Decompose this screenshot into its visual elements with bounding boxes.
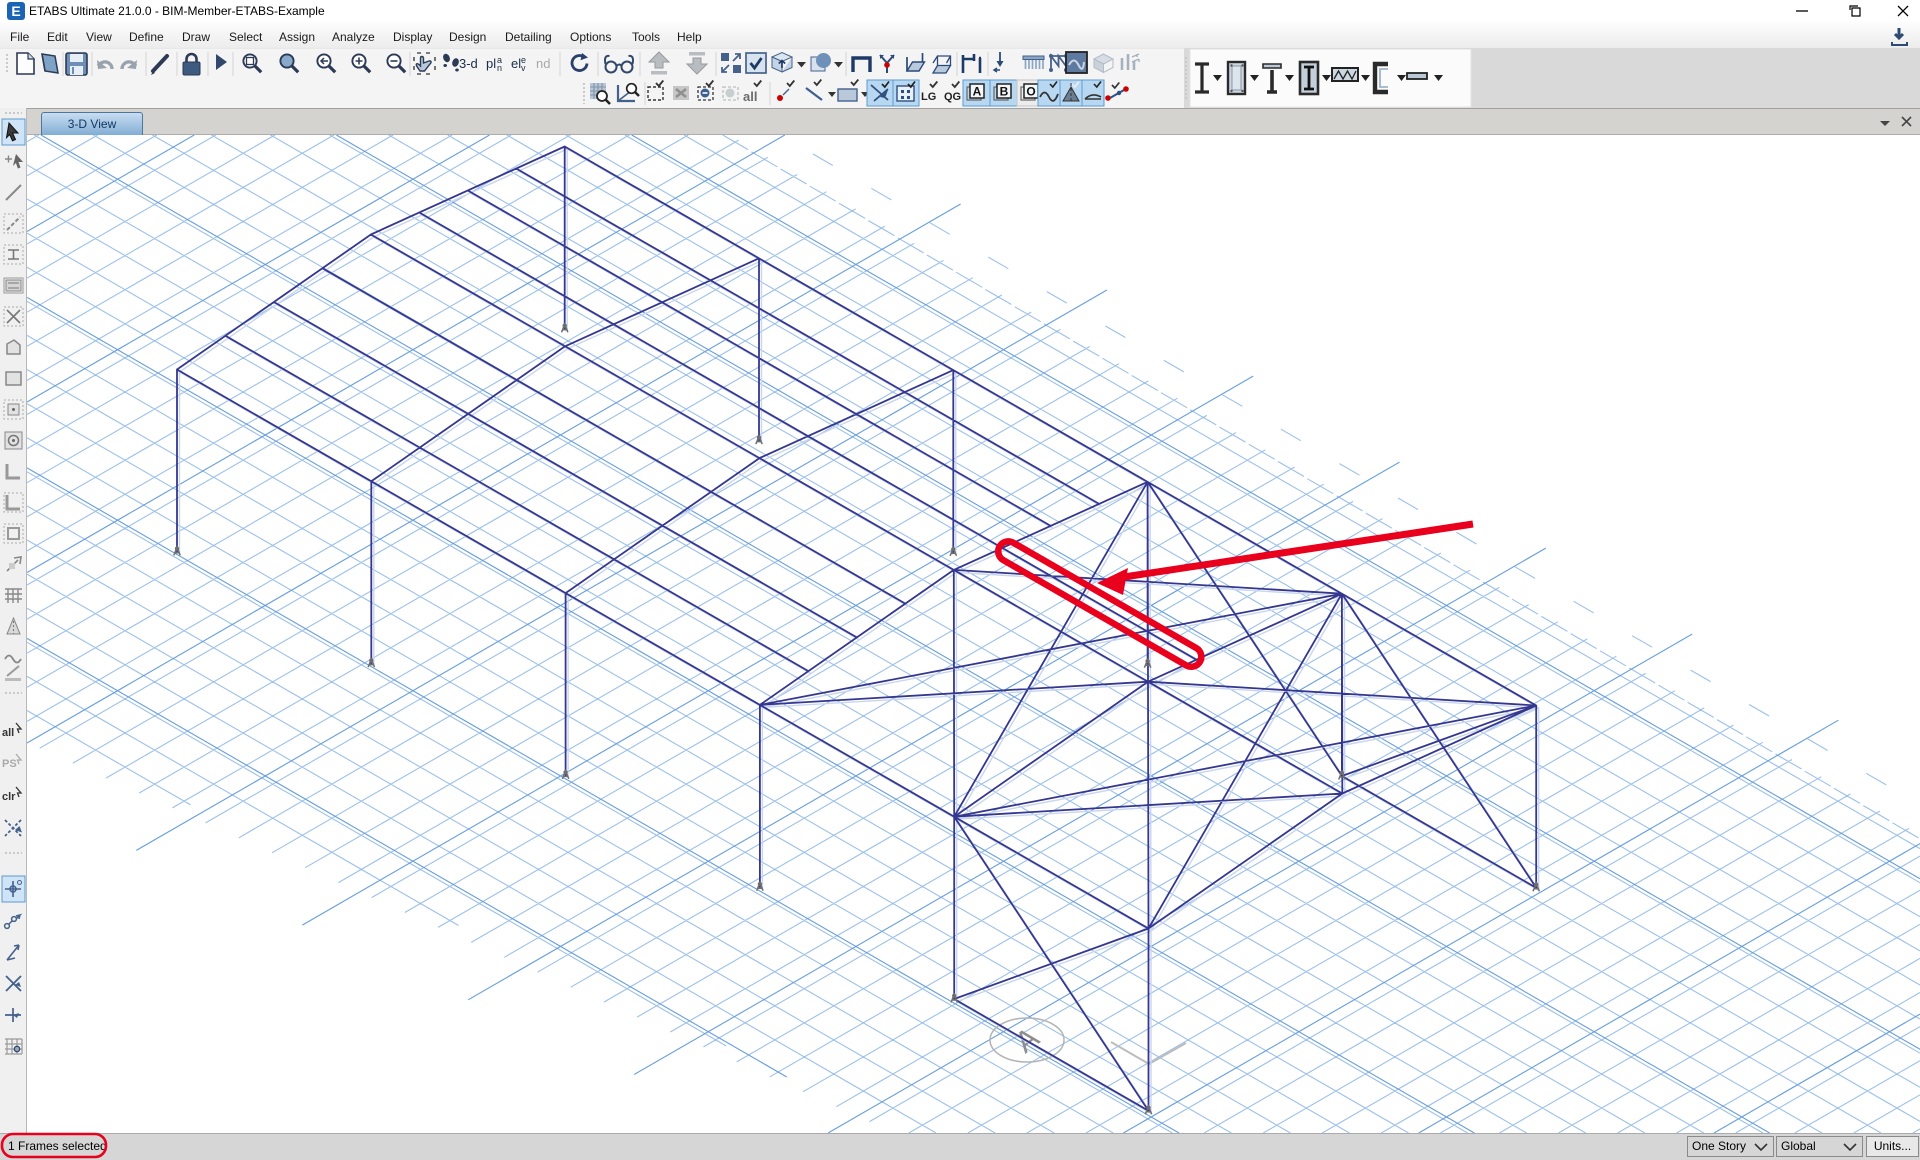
svg-text:QG: QG xyxy=(944,91,961,103)
svg-text:n: n xyxy=(497,63,502,73)
svg-text:nd: nd xyxy=(536,56,550,71)
svg-text:all: all xyxy=(2,727,14,739)
svg-text:all: all xyxy=(743,89,757,104)
svg-text:PS: PS xyxy=(2,758,17,770)
svg-text:B: B xyxy=(1000,85,1009,99)
svg-text:clr: clr xyxy=(2,791,16,803)
svg-text:el: el xyxy=(511,56,521,71)
svg-text:A: A xyxy=(973,85,982,99)
svg-text:O: O xyxy=(1026,85,1035,99)
svg-text:pl: pl xyxy=(486,56,496,71)
svg-text:v: v xyxy=(521,63,526,73)
svg-text:3-d: 3-d xyxy=(459,56,478,71)
svg-text:LG: LG xyxy=(921,91,936,103)
